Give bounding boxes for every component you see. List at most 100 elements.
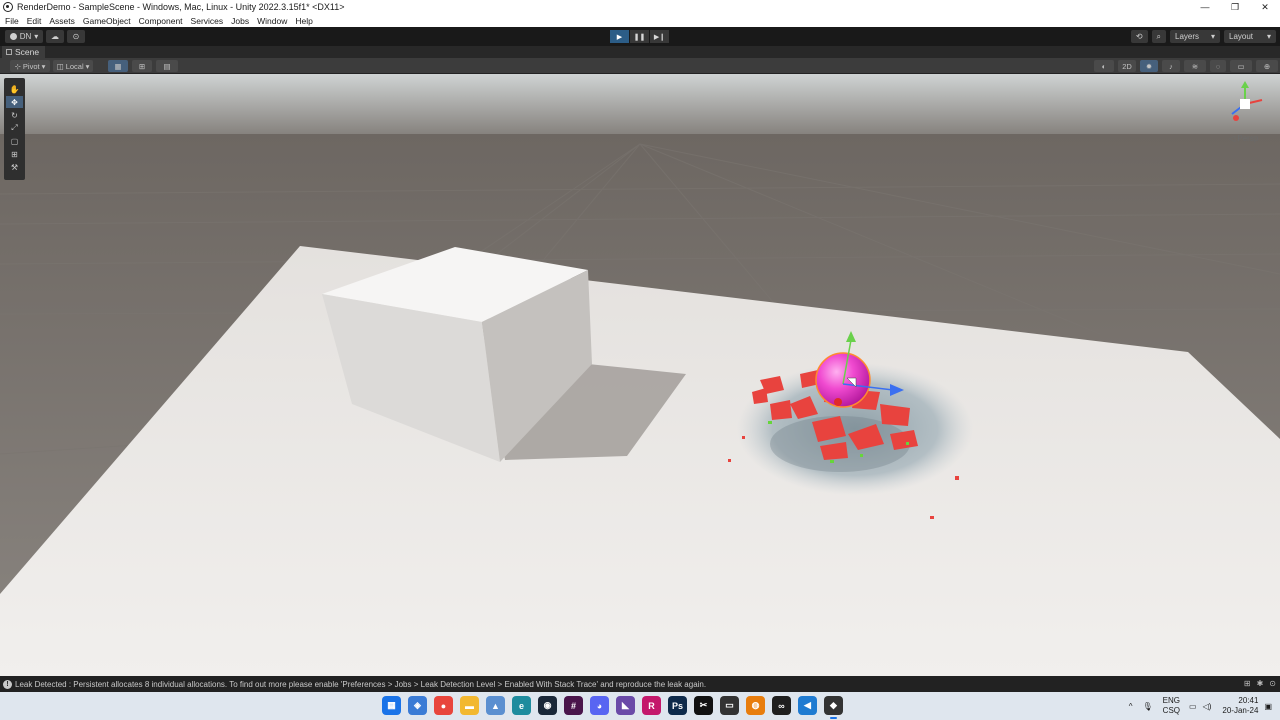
play-icon: ▶ (616, 33, 623, 41)
chrome-icon[interactable]: ● (434, 696, 453, 715)
chevron-down-icon: ▾ (41, 61, 46, 71)
status-right: ⊞ ✱ ⊙ (1244, 679, 1276, 688)
2d-label: 2D (1122, 61, 1132, 71)
menu-bar: File Edit Assets GameObject Component Se… (0, 14, 1280, 27)
gizmos-dropdown[interactable]: ⊕ (1256, 60, 1278, 72)
tab-scene[interactable]: Scene (2, 46, 46, 58)
minimize-button[interactable]: — (1190, 0, 1220, 14)
local-label: Local (65, 61, 84, 71)
play-button[interactable]: ▶ (610, 30, 629, 43)
volume-icon[interactable]: ◁) (1203, 702, 1212, 711)
2d-toggle[interactable]: 2D (1118, 60, 1136, 72)
lighting-toggle[interactable]: ✹ (1140, 60, 1158, 72)
shading-mode-button[interactable]: ◐ (1094, 60, 1114, 72)
local-dropdown[interactable]: ◫ Local ▾ (53, 60, 93, 72)
snap-settings-button[interactable]: ▤ (156, 60, 178, 72)
persp-text: Persp (1237, 134, 1259, 143)
keyboard-label: CSQ (1162, 706, 1181, 715)
rider-icon[interactable]: R (642, 696, 661, 715)
file-explorer-icon[interactable]: ▬ (460, 696, 479, 715)
move-tool-icon[interactable]: ✥ (6, 96, 23, 108)
menu-assets[interactable]: Assets (46, 16, 78, 26)
effects-icon: ≋ (1191, 61, 1199, 71)
scene-viewport[interactable] (0, 74, 1280, 676)
window-controls: — ❐ ✕ (1190, 0, 1280, 14)
pivot-icon: ⊹ (14, 61, 21, 71)
step-button[interactable]: ▶❙ (650, 30, 669, 43)
play-controls: ▶ ❚❚ ▶❙ (610, 30, 669, 43)
hand-tool-icon[interactable]: ✋ (6, 83, 23, 95)
pause-button[interactable]: ❚❚ (630, 30, 649, 43)
toolbar-right: ⟲ ⌕ Layers ▾ Layout ▾ (1130, 30, 1276, 43)
console-status-bar[interactable]: ! Leak Detected : Persistent allocates 8… (0, 676, 1280, 692)
menu-window[interactable]: Window (254, 16, 290, 26)
widgets-icon[interactable]: ◈ (408, 696, 427, 715)
eye-icon: ◌ (1215, 61, 1221, 71)
layers-dropdown[interactable]: Layers ▾ (1170, 30, 1220, 43)
bug-icon[interactable]: ✱ (1257, 679, 1264, 688)
chevron-down-icon: ▾ (85, 61, 90, 71)
chevron-down-icon: ▾ (34, 32, 39, 41)
search-button[interactable]: ⌕ (1151, 30, 1166, 43)
scale-tool-icon[interactable]: ⤢ (6, 122, 23, 134)
discord-icon[interactable]: ◕ (590, 696, 609, 715)
search-icon: ⌕ (1156, 31, 1161, 41)
windows-start-icon[interactable]: ▦ (382, 696, 401, 715)
effects-dropdown[interactable]: ≋ (1184, 60, 1206, 72)
transform-tool-icon[interactable]: ⊞ (6, 148, 23, 160)
unity-icon[interactable]: ◆ (824, 696, 843, 719)
chevron-up-icon[interactable]: ^ (1129, 702, 1133, 711)
snap-icon: ⊞ (138, 61, 146, 71)
notification-icon[interactable]: ⊙ (1269, 679, 1276, 688)
meta-icon[interactable]: ∞ (772, 696, 791, 715)
menu-edit[interactable]: Edit (24, 16, 45, 26)
clock[interactable]: 20:41 20-Jan-24 (1222, 696, 1258, 716)
blender-icon[interactable]: ◍ (746, 696, 765, 715)
edge-icon[interactable]: e (512, 696, 531, 715)
network-icon[interactable]: ▭ (1189, 702, 1197, 711)
camera-settings-button[interactable]: ▭ (1230, 60, 1252, 72)
custom-tool-icon[interactable]: ⚒ (6, 161, 23, 173)
grid-snap-button[interactable]: ▦ (108, 60, 128, 72)
layout-dropdown[interactable]: Layout ▾ (1224, 30, 1276, 43)
history-button[interactable]: ⟲ (1130, 30, 1148, 43)
persp-label[interactable]: ◁ Persp (1229, 134, 1258, 143)
visual-studio-icon[interactable]: ◣ (616, 696, 635, 715)
photos-icon[interactable]: ▲ (486, 696, 505, 715)
shading-icon: ◐ (1101, 61, 1107, 71)
increment-snap-button[interactable]: ⊞ (132, 60, 152, 72)
microphone-icon[interactable]: 🎙 (1143, 702, 1153, 711)
rect-tool-icon[interactable]: ▢ (6, 135, 23, 147)
account-button[interactable]: DN ▾ (5, 30, 43, 43)
layout-label: Layout (1229, 32, 1254, 41)
photoshop-icon[interactable]: Ps (668, 696, 687, 715)
menu-gameobject[interactable]: GameObject (80, 16, 134, 26)
menu-services[interactable]: Services (188, 16, 227, 26)
vr-icon[interactable]: ▭ (720, 696, 739, 715)
progress-icon[interactable]: ⊞ (1244, 679, 1251, 688)
close-button[interactable]: ✕ (1250, 0, 1280, 14)
capcut-icon[interactable]: ✂ (694, 696, 713, 715)
steam-icon[interactable]: ◉ (538, 696, 557, 715)
rotate-tool-icon[interactable]: ↻ (6, 109, 23, 121)
language-indicator[interactable]: ENG CSQ (1163, 696, 1180, 716)
hidden-objects-toggle[interactable]: ◌ (1210, 60, 1226, 72)
slack-icon[interactable]: # (564, 696, 583, 715)
unity-logo-icon (3, 2, 13, 12)
notifications-icon[interactable]: ▣ (1264, 702, 1272, 711)
cloud-button[interactable]: ☁ (46, 30, 64, 43)
menu-jobs[interactable]: Jobs (228, 16, 252, 26)
maximize-button[interactable]: ❐ (1220, 0, 1250, 14)
vscode-icon[interactable]: ◀ (798, 696, 817, 715)
collab-button[interactable]: ⊙ (67, 30, 85, 43)
menu-help[interactable]: Help (292, 16, 315, 26)
tab-scene-label: Scene (15, 47, 40, 57)
menu-component[interactable]: Component (136, 16, 186, 26)
pivot-dropdown[interactable]: ⊹ Pivot ▾ (10, 60, 50, 72)
audio-toggle[interactable]: ♪ (1162, 60, 1180, 72)
audio-icon: ♪ (1169, 61, 1173, 71)
scene-toolbar: ⊹ Pivot ▾ ◫ Local ▾ ▦ ⊞ ▤ ◐ 2D ✹ ♪ ≋ ◌ ▭… (0, 58, 1280, 74)
persp-icon: ◁ (1229, 134, 1236, 143)
scene-render (0, 74, 1280, 676)
menu-file[interactable]: File (2, 16, 22, 26)
